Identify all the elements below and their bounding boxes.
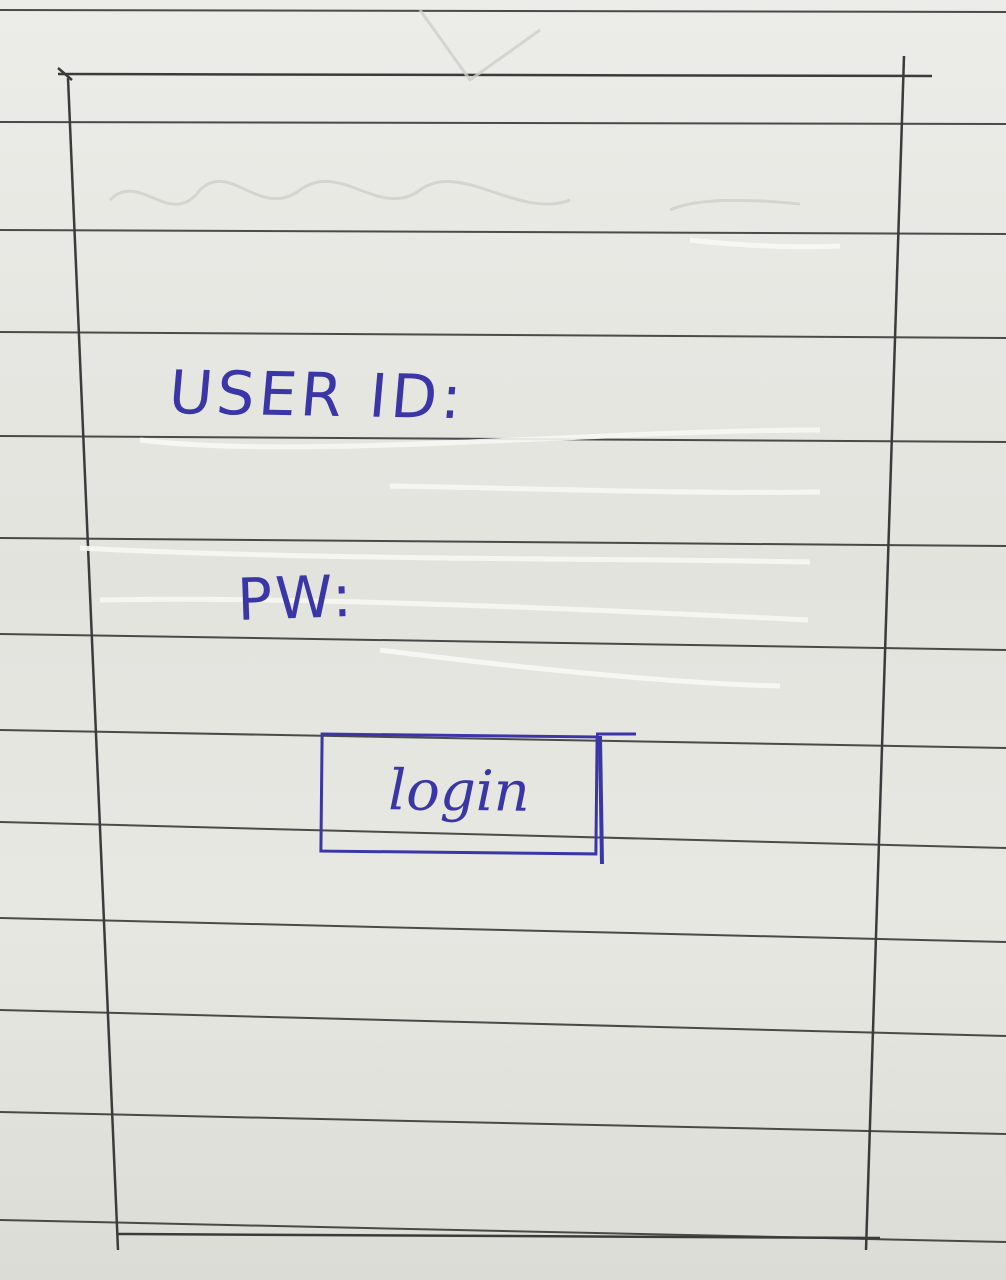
login-button[interactable]: login (319, 732, 599, 856)
phone-frame-sketch (57, 9, 933, 1251)
user-id-input[interactable] (420, 372, 820, 440)
paper-sheet: USER ID: PW: login (0, 0, 1006, 1280)
password-label: PW: (236, 561, 356, 634)
password-input[interactable] (400, 574, 800, 640)
login-button-label: login (387, 757, 531, 825)
